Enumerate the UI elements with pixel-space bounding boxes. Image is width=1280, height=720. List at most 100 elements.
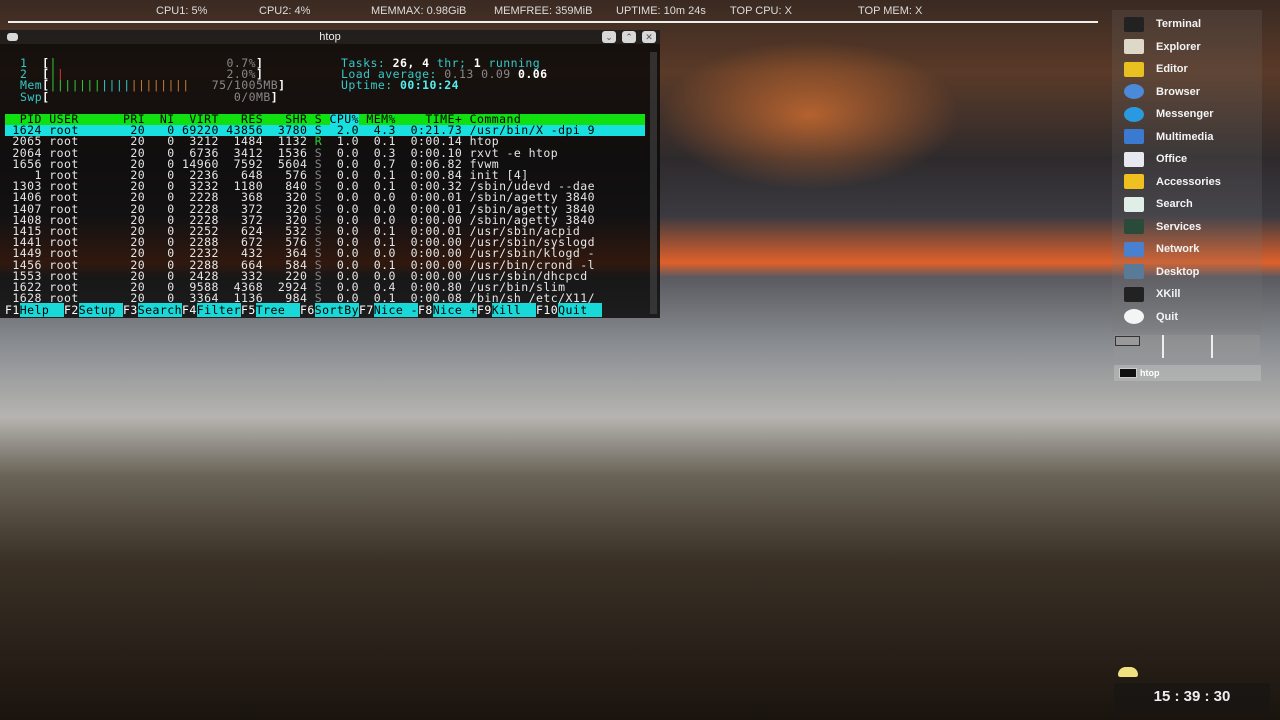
menu-item-label: Quit <box>1156 310 1178 323</box>
menu-item-explorer[interactable]: Explorer <box>1124 37 1201 57</box>
scrollbar[interactable] <box>650 52 657 314</box>
network-icon <box>1124 241 1144 257</box>
terminal-icon <box>1124 16 1144 32</box>
fkey-number: F3 <box>123 303 138 317</box>
menu-item-office[interactable]: Office <box>1124 149 1187 169</box>
fkey-label: SortBy <box>314 303 359 317</box>
menu-item-label: Accessories <box>1156 175 1221 188</box>
globe-icon <box>1124 84 1144 99</box>
menu-item-multimedia[interactable]: Multimedia <box>1124 127 1213 147</box>
taskbar-item-label: htop <box>1140 368 1160 378</box>
function-key-bar: F1Help F2Setup F3SearchF4FilterF5Tree F6… <box>5 303 603 317</box>
system-monitor-bar: CPU1: 5% CPU2: 4% MEMMAX: 0.98GiB MEMFRE… <box>0 0 1100 22</box>
fkey-number: F10 <box>536 303 559 317</box>
top-cpu-stat: TOP CPU: X <box>730 5 792 17</box>
wallpaper <box>660 40 960 190</box>
cpu1-stat: CPU1: 5% <box>156 5 208 17</box>
fkey-number: F7 <box>359 303 374 317</box>
fkey-label: Tree <box>255 303 300 317</box>
fkey-label: Nice - <box>373 303 418 317</box>
maximize-button[interactable]: ⌃ <box>622 31 636 43</box>
cpu-meters: 1 [| 0.7%] 2 [|| 2.0%] Mem[|||||||||||||… <box>20 56 286 104</box>
cpu2-stat: CPU2: 4% <box>259 5 311 17</box>
pager-divider <box>1211 335 1213 358</box>
terminal-icon <box>1119 368 1137 378</box>
printer-icon <box>1124 151 1144 167</box>
menu-item-terminal[interactable]: Terminal <box>1124 14 1201 34</box>
fkey-filter[interactable]: F4Filter <box>182 303 241 317</box>
pager-window-thumb[interactable] <box>1115 336 1140 346</box>
quit-icon <box>1124 309 1144 324</box>
fkey-label: Help <box>19 303 64 317</box>
menu-item-label: Explorer <box>1156 40 1201 53</box>
fkey-number: F5 <box>241 303 256 317</box>
top-mem-stat: TOP MEM: X <box>858 5 923 17</box>
fkey-quit[interactable]: F10Quit <box>536 303 603 317</box>
fkey-number: F4 <box>182 303 197 317</box>
skype-icon <box>1124 106 1144 122</box>
menu-item-label: Search <box>1156 198 1193 210</box>
fkey-nice-[interactable]: F7Nice - <box>359 303 418 317</box>
menu-item-search[interactable]: Search <box>1124 194 1193 214</box>
fkey-label: Kill <box>491 303 536 317</box>
fkey-help[interactable]: F1Help <box>5 303 64 317</box>
fkey-number: F9 <box>477 303 492 317</box>
fkey-search[interactable]: F3Search <box>123 303 182 317</box>
menu-item-accessories[interactable]: Accessories <box>1124 172 1221 192</box>
htop-window[interactable]: htop ⌄ ⌃ ✕ 1 [| 0.7%] 2 [|| 2.0%] Mem[||… <box>0 30 660 318</box>
window-menu-icon[interactable] <box>7 33 18 41</box>
monitor-icon <box>1124 219 1144 234</box>
fkey-number: F2 <box>64 303 79 317</box>
fkey-label: Search <box>137 303 182 317</box>
clock: 15 : 39 : 30 <box>1114 683 1270 711</box>
menu-item-browser[interactable]: Browser <box>1124 82 1200 102</box>
media-player-icon <box>1124 129 1144 144</box>
fkey-sortby[interactable]: F6SortBy <box>300 303 359 317</box>
memmax-stat: MEMMAX: 0.98GiB <box>371 5 467 17</box>
app-menu-panel: Terminal Explorer Editor Browser Messenger Mu… <box>1112 10 1262 332</box>
teapot-icon <box>1124 61 1144 77</box>
window-title: htop <box>319 31 341 43</box>
menu-item-label: Browser <box>1156 85 1201 98</box>
pager-divider <box>1162 335 1164 358</box>
desktop-icon <box>1124 264 1144 279</box>
fkey-kill[interactable]: F9Kill <box>477 303 536 317</box>
menu-item-label: Messenger <box>1156 108 1214 120</box>
menu-item-label: Editor <box>1156 63 1188 75</box>
fkey-label: Quit <box>558 303 603 317</box>
fkey-number: F8 <box>418 303 433 317</box>
htop-summary: Tasks: 26, 4 thr; 1 running Load average… <box>341 56 548 93</box>
process-table[interactable]: PID USER PRI NI VIRT RES SHR S CPU% MEM%… <box>5 114 645 304</box>
fkey-number: F1 <box>5 303 20 317</box>
search-icon <box>1124 196 1144 212</box>
taskbar-item-htop[interactable]: htop <box>1114 365 1261 381</box>
skull-icon <box>1124 286 1144 302</box>
memfree-stat: MEMFREE: 359MiB <box>494 5 593 17</box>
minimize-button[interactable]: ⌄ <box>602 31 616 43</box>
fkey-tree[interactable]: F5Tree <box>241 303 300 317</box>
menu-item-label: Desktop <box>1156 265 1200 278</box>
desktop-pager[interactable] <box>1114 335 1260 358</box>
menu-item-quit[interactable]: Quit <box>1124 307 1178 327</box>
menu-item-label: Office <box>1156 153 1188 165</box>
fkey-nice-[interactable]: F8Nice + <box>418 303 477 317</box>
menu-item-editor[interactable]: Editor <box>1124 59 1188 79</box>
fkey-label: Nice + <box>432 303 477 317</box>
menu-item-desktop[interactable]: Desktop <box>1124 262 1199 282</box>
menu-item-services[interactable]: Services <box>1124 217 1201 237</box>
close-button[interactable]: ✕ <box>642 31 656 43</box>
menu-item-xkill[interactable]: XKill <box>1124 284 1180 304</box>
menu-item-label: Multimedia <box>1156 130 1214 143</box>
fkey-label: Filter <box>196 303 241 317</box>
weather-icon <box>1118 667 1138 677</box>
menu-item-network[interactable]: Network <box>1124 239 1199 259</box>
menu-item-label: XKill <box>1156 288 1181 300</box>
uptime-stat: UPTIME: 10m 24s <box>616 5 706 17</box>
fkey-number: F6 <box>300 303 315 317</box>
file-manager-icon <box>1124 39 1144 54</box>
window-titlebar[interactable]: htop ⌄ ⌃ ✕ <box>0 30 660 44</box>
fkey-setup[interactable]: F2Setup <box>64 303 123 317</box>
fkey-label: Setup <box>78 303 123 317</box>
menu-item-label: Network <box>1156 243 1200 255</box>
menu-item-messenger[interactable]: Messenger <box>1124 104 1213 124</box>
